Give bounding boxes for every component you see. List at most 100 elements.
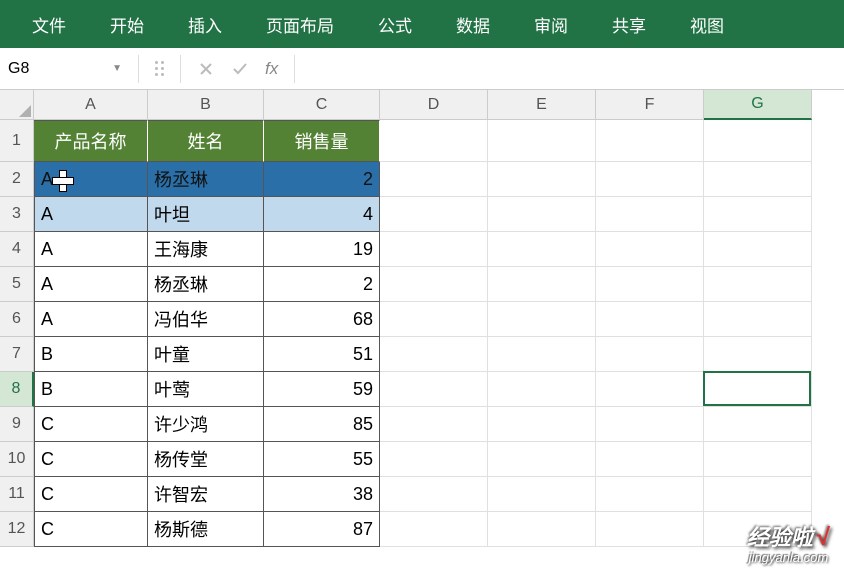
row-header[interactable]: 9 xyxy=(0,407,34,442)
cell[interactable] xyxy=(488,442,596,477)
confirm-button[interactable] xyxy=(223,53,257,85)
cell[interactable] xyxy=(488,337,596,372)
cell[interactable]: A xyxy=(34,162,148,197)
cell[interactable] xyxy=(380,162,488,197)
cell[interactable] xyxy=(488,197,596,232)
cell[interactable] xyxy=(488,302,596,337)
cell[interactable]: 杨丞琳 xyxy=(148,267,264,302)
cell[interactable] xyxy=(704,337,812,372)
cell[interactable]: B xyxy=(34,337,148,372)
cell[interactable]: C xyxy=(34,512,148,547)
menu-item[interactable]: 数据 xyxy=(434,0,512,49)
column-header[interactable]: C xyxy=(264,90,380,120)
cell[interactable] xyxy=(488,232,596,267)
cell[interactable]: 杨传堂 xyxy=(148,442,264,477)
row-header[interactable]: 5 xyxy=(0,267,34,302)
column-header[interactable]: D xyxy=(380,90,488,120)
name-box[interactable]: G8 ▼ xyxy=(0,53,130,85)
cell[interactable] xyxy=(380,337,488,372)
menu-item[interactable]: 视图 xyxy=(668,0,746,49)
cell[interactable]: 王海康 xyxy=(148,232,264,267)
cell[interactable] xyxy=(488,162,596,197)
menu-item[interactable]: 共享 xyxy=(590,0,668,49)
cell[interactable] xyxy=(488,120,596,162)
menu-item[interactable]: 文件 xyxy=(10,0,88,49)
cell[interactable]: A xyxy=(34,232,148,267)
cell[interactable]: 55 xyxy=(264,442,380,477)
fx-button[interactable]: fx xyxy=(257,59,286,79)
cell[interactable]: 许智宏 xyxy=(148,477,264,512)
cell[interactable] xyxy=(380,232,488,267)
menu-item[interactable]: 开始 xyxy=(88,0,166,49)
cell[interactable] xyxy=(596,267,704,302)
cell[interactable] xyxy=(380,442,488,477)
cell[interactable]: 叶莺 xyxy=(148,372,264,407)
row-header[interactable]: 3 xyxy=(0,197,34,232)
cell[interactable] xyxy=(704,162,812,197)
formula-input[interactable] xyxy=(303,53,844,85)
cell[interactable]: A xyxy=(34,267,148,302)
cell[interactable]: 2 xyxy=(264,162,380,197)
cell[interactable] xyxy=(596,120,704,162)
row-header[interactable]: 4 xyxy=(0,232,34,267)
row-header[interactable]: 8 xyxy=(0,372,34,407)
cell[interactable] xyxy=(596,512,704,547)
drag-handle-icon[interactable] xyxy=(147,61,172,76)
cell[interactable]: 销售量 xyxy=(264,120,380,162)
cell[interactable] xyxy=(596,302,704,337)
column-header[interactable]: A xyxy=(34,90,148,120)
cell[interactable]: 叶童 xyxy=(148,337,264,372)
cell[interactable] xyxy=(596,372,704,407)
row-header[interactable]: 6 xyxy=(0,302,34,337)
menu-item[interactable]: 页面布局 xyxy=(244,0,356,49)
cell[interactable]: 85 xyxy=(264,407,380,442)
menu-item[interactable]: 插入 xyxy=(166,0,244,49)
cell[interactable]: 叶坦 xyxy=(148,197,264,232)
column-header[interactable]: G xyxy=(704,90,812,120)
cell[interactable]: 51 xyxy=(264,337,380,372)
cell[interactable] xyxy=(704,442,812,477)
menu-item[interactable]: 公式 xyxy=(356,0,434,49)
cell[interactable]: B xyxy=(34,372,148,407)
cell[interactable] xyxy=(596,407,704,442)
cell[interactable] xyxy=(704,512,812,547)
cell[interactable] xyxy=(488,267,596,302)
cell[interactable]: 杨丞琳 xyxy=(148,162,264,197)
cell[interactable] xyxy=(704,372,812,407)
column-header[interactable]: F xyxy=(596,90,704,120)
cell[interactable] xyxy=(380,267,488,302)
cell[interactable]: 87 xyxy=(264,512,380,547)
cell[interactable] xyxy=(380,302,488,337)
cell[interactable] xyxy=(380,407,488,442)
column-header[interactable]: E xyxy=(488,90,596,120)
cell[interactable] xyxy=(488,512,596,547)
cell[interactable] xyxy=(596,442,704,477)
cell[interactable] xyxy=(380,512,488,547)
cell[interactable]: C xyxy=(34,407,148,442)
cell[interactable] xyxy=(704,197,812,232)
cell[interactable] xyxy=(488,477,596,512)
menu-item[interactable]: 审阅 xyxy=(512,0,590,49)
cell[interactable] xyxy=(704,120,812,162)
cell[interactable] xyxy=(704,232,812,267)
cell[interactable]: 38 xyxy=(264,477,380,512)
chevron-down-icon[interactable]: ▼ xyxy=(112,63,122,74)
cell[interactable] xyxy=(380,477,488,512)
cell[interactable] xyxy=(704,267,812,302)
cancel-button[interactable] xyxy=(189,53,223,85)
cell[interactable]: 冯伯华 xyxy=(148,302,264,337)
cell[interactable]: 4 xyxy=(264,197,380,232)
cell[interactable] xyxy=(596,337,704,372)
row-header[interactable]: 1 xyxy=(0,120,34,162)
cell[interactable] xyxy=(596,232,704,267)
cell[interactable]: C xyxy=(34,442,148,477)
cell[interactable]: 产品名称 xyxy=(34,120,148,162)
cell[interactable]: 许少鸿 xyxy=(148,407,264,442)
cell[interactable] xyxy=(596,197,704,232)
cell[interactable] xyxy=(488,407,596,442)
cell[interactable] xyxy=(704,407,812,442)
cell[interactable]: 杨斯德 xyxy=(148,512,264,547)
cell[interactable]: C xyxy=(34,477,148,512)
cell[interactable] xyxy=(380,197,488,232)
row-header[interactable]: 7 xyxy=(0,337,34,372)
